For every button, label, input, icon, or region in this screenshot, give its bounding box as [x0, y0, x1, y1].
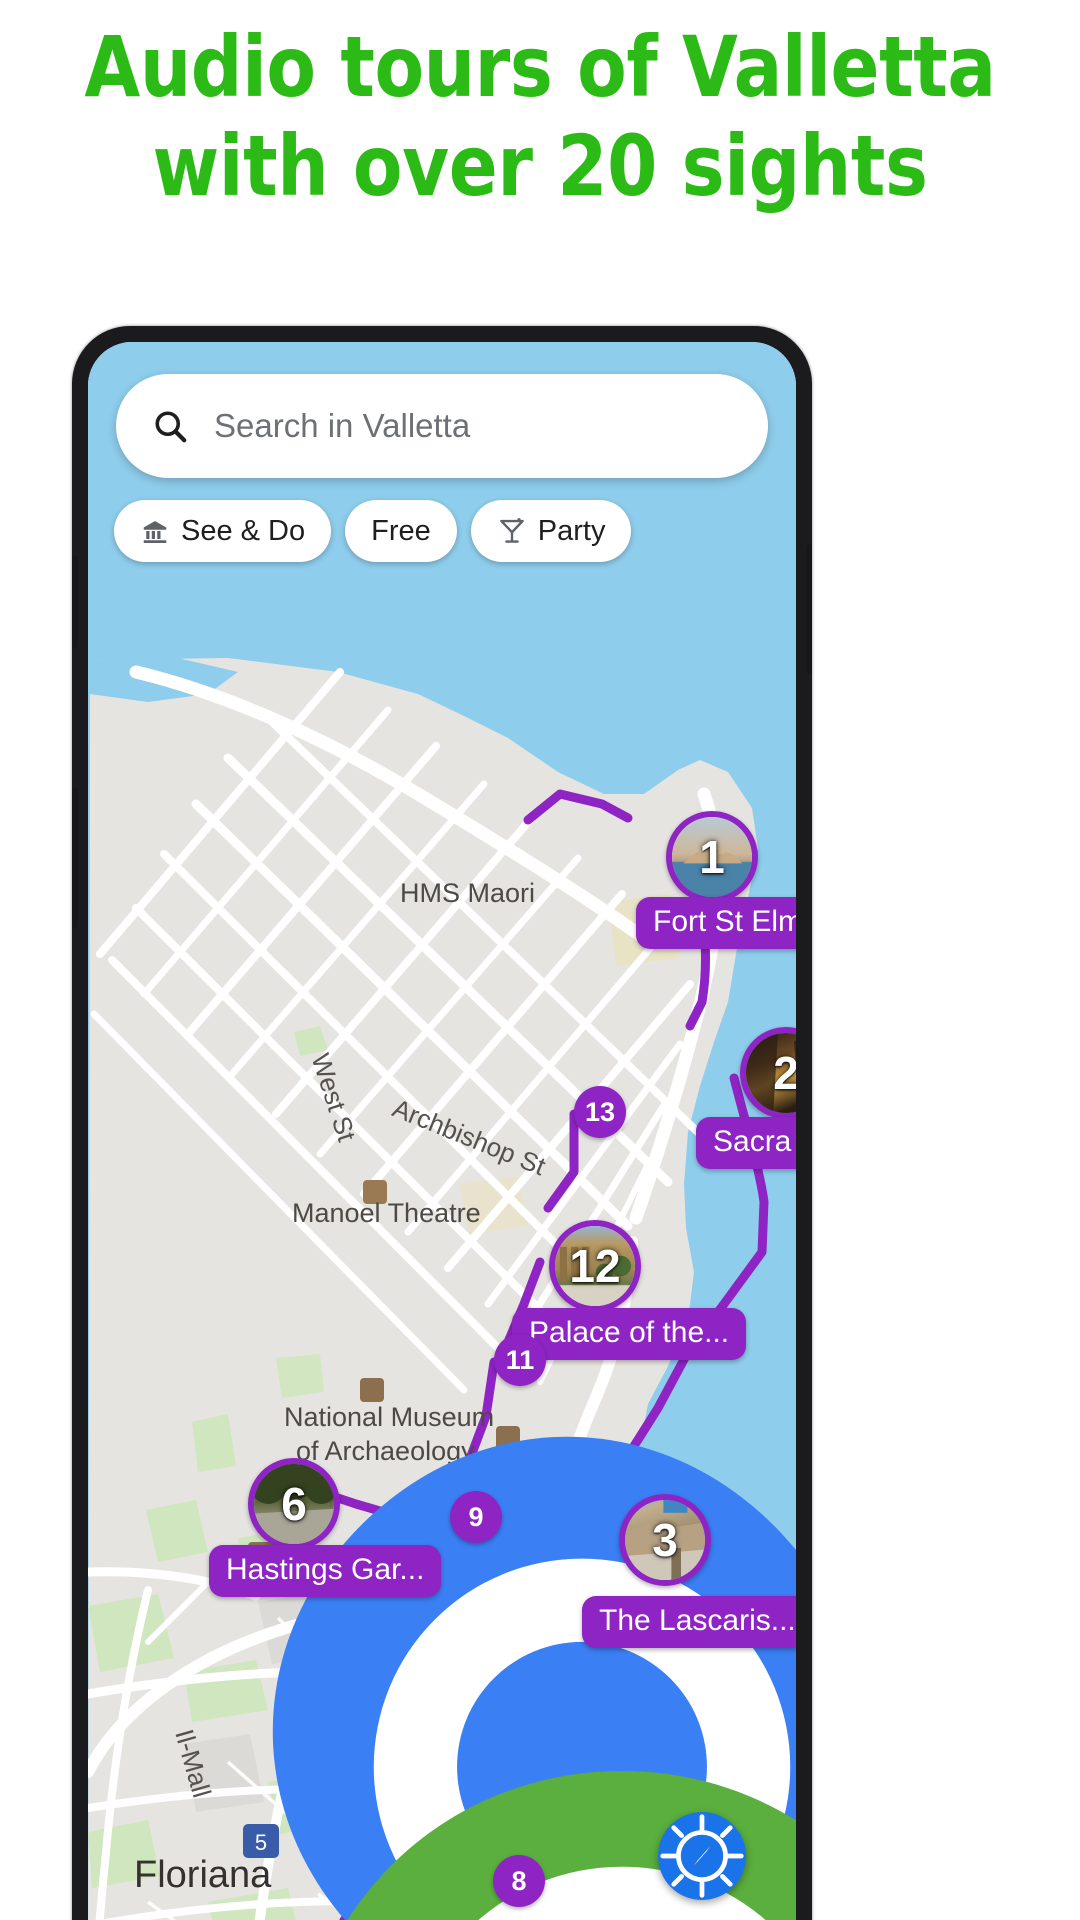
filter-chip-see-and-do[interactable]: See & Do: [114, 500, 332, 562]
cocktail-icon: [499, 518, 524, 543]
marker-label-3[interactable]: The Lascaris...: [582, 1596, 796, 1648]
marker-number-8: 8: [511, 1865, 527, 1896]
marker-number-13: 13: [584, 1096, 616, 1127]
compass-icon: [660, 1814, 744, 1898]
page-title: Audio tours of Valletta with over 20 sig…: [84, 18, 996, 215]
filter-chip-row: See & Do Free Party: [114, 500, 632, 562]
marker-number-2: 2: [773, 1046, 796, 1100]
marker-label-1[interactable]: Fort St Elmo: [636, 897, 796, 949]
map-marker-1[interactable]: 1: [666, 811, 758, 903]
phone-screen: 5 HMS Maori West St Archbishop St Manoel…: [88, 342, 796, 1920]
marker-number-9: 9: [468, 1501, 484, 1532]
marker-label-6[interactable]: Hastings Gar...: [209, 1545, 442, 1597]
phone-side-button-left-top: [72, 556, 78, 648]
map-marker-13[interactable]: 13: [574, 1086, 626, 1138]
map-marker-2[interactable]: 2: [740, 1027, 796, 1119]
map-marker-6[interactable]: 6: [248, 1458, 340, 1550]
map-marker-8[interactable]: 8: [493, 1855, 545, 1907]
marker-number-1: 1: [699, 831, 725, 883]
search-input[interactable]: [214, 407, 694, 445]
phone-side-button-right: [806, 544, 812, 674]
museum-icon: [143, 521, 167, 543]
filter-chip-label: Free: [371, 514, 431, 547]
marker-number-12: 12: [569, 1240, 621, 1292]
map-marker-11[interactable]: 11: [494, 1334, 546, 1386]
search-bar[interactable]: [116, 374, 768, 478]
marker-number-3: 3: [652, 1514, 678, 1566]
marker-label-12[interactable]: Palace of the...: [512, 1308, 747, 1360]
filter-chip-label: See & Do: [181, 514, 306, 547]
phone-mockup: 5 HMS Maori West St Archbishop St Manoel…: [72, 326, 812, 1920]
map-canvas[interactable]: 5 HMS Maori West St Archbishop St Manoel…: [88, 342, 796, 1920]
marker-number-11: 11: [505, 1344, 535, 1375]
search-icon: [155, 411, 187, 443]
map-marker-9[interactable]: 9: [450, 1491, 502, 1543]
promo-screenshot: Audio tours of Valletta with over 20 sig…: [0, 0, 1080, 1920]
map-marker-12[interactable]: 12: [549, 1220, 641, 1312]
filter-chip-label: Party: [537, 514, 606, 547]
map-marker-3[interactable]: 3: [619, 1494, 711, 1586]
phone-side-button-left-bottom: [72, 788, 78, 928]
filter-chip-free[interactable]: Free: [345, 500, 457, 562]
filter-chip-party[interactable]: Party: [470, 500, 632, 562]
marker-number-6: 6: [281, 1478, 307, 1530]
marker-label-2[interactable]: Sacra Infirme...: [696, 1117, 796, 1169]
compass-button[interactable]: [658, 1812, 746, 1900]
